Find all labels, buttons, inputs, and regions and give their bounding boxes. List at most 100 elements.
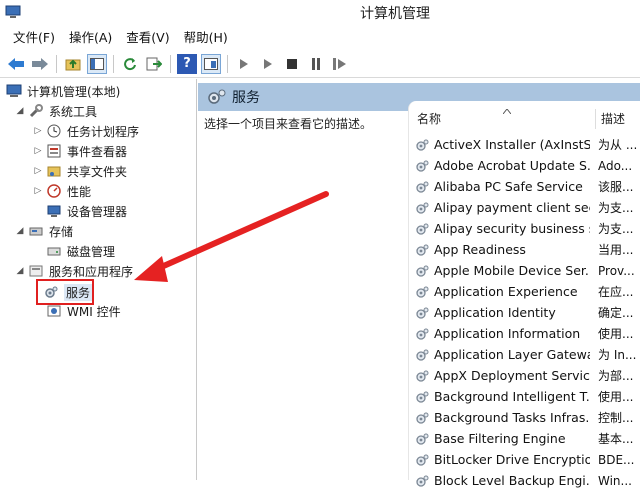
- service-name: Alibaba PC Safe Service: [434, 179, 583, 194]
- service-description: 为从 ...: [598, 138, 638, 152]
- help-button[interactable]: ?: [177, 53, 197, 74]
- expand-down-icon[interactable]: ◢: [14, 106, 26, 116]
- stop-service-button[interactable]: [282, 54, 302, 74]
- event-log-icon: [46, 143, 62, 159]
- restart-icon: [333, 57, 346, 70]
- tree-label-disk-management: 磁盘管理: [67, 244, 116, 259]
- back-button[interactable]: [6, 54, 26, 74]
- service-name: Alipay security business s...: [434, 221, 590, 236]
- service-row[interactable]: Application Information 使用...: [415, 323, 640, 344]
- service-gear-icon: [416, 202, 429, 214]
- export-list-button[interactable]: [144, 54, 164, 74]
- service-description: 该服...: [598, 180, 634, 194]
- column-divider[interactable]: [595, 109, 596, 129]
- service-row[interactable]: AppX Deployment Servic... 为部...: [415, 365, 640, 386]
- column-header-description[interactable]: 描述: [601, 109, 640, 129]
- forward-button[interactable]: [30, 54, 50, 74]
- service-gear-icon: [416, 454, 429, 466]
- service-name: Background Tasks Infras...: [434, 410, 590, 425]
- services-title: 服务: [232, 90, 260, 106]
- toolbar-separator: [56, 54, 57, 73]
- expand-right-icon[interactable]: ▷: [32, 126, 44, 136]
- service-row[interactable]: Adobe Acrobat Update S... Ado...: [415, 155, 640, 176]
- service-row[interactable]: App Readiness 当用...: [415, 239, 640, 260]
- tree-label-wmi: WMI 控件: [67, 304, 121, 319]
- service-name: Adobe Acrobat Update S...: [434, 158, 590, 173]
- service-name: Block Level Backup Engi...: [434, 473, 590, 488]
- expand-right-icon[interactable]: ▷: [32, 186, 44, 196]
- service-gear-icon: [416, 181, 429, 193]
- start-service-button[interactable]: [234, 54, 254, 74]
- refresh-button[interactable]: [120, 54, 140, 74]
- service-row[interactable]: Block Level Backup Engi... Win...: [415, 470, 640, 491]
- service-gear-icon: [416, 139, 429, 151]
- expand-right-icon[interactable]: ▷: [32, 146, 44, 156]
- menu-help[interactable]: 帮助(H): [177, 27, 235, 49]
- service-row[interactable]: BitLocker Drive Encryptio... BDE...: [415, 449, 640, 470]
- service-name: Alipay payment client sec...: [434, 200, 590, 215]
- service-name: Application Layer Gatewa...: [434, 347, 590, 362]
- up-folder-button[interactable]: [63, 54, 83, 74]
- menu-file[interactable]: 文件(F): [6, 27, 62, 49]
- tree-item-services-apps[interactable]: ◢ 服务和应用程序: [14, 261, 133, 281]
- restart-service-button[interactable]: [330, 54, 350, 74]
- service-row[interactable]: Application Experience 在应...: [415, 281, 640, 302]
- service-gear-icon: [416, 286, 429, 298]
- service-row[interactable]: ActiveX Installer (AxInstSV) 为从 ...: [415, 134, 640, 155]
- menu-action[interactable]: 操作(A): [62, 27, 119, 49]
- tree-item-device-manager[interactable]: 设备管理器: [46, 201, 127, 221]
- service-name: Base Filtering Engine: [434, 431, 566, 446]
- tree-item-task-scheduler[interactable]: ▷ 任务计划程序: [32, 121, 139, 141]
- service-row[interactable]: Background Tasks Infras... 控制...: [415, 407, 640, 428]
- tree-item-storage[interactable]: ◢ 存储: [14, 221, 73, 241]
- services-list: 名称 描述 ActiveX Installer (AxInstSV) 为从 ...…: [408, 101, 640, 488]
- service-row[interactable]: Application Identity 确定...: [415, 302, 640, 323]
- services-apps-icon: [28, 263, 44, 279]
- services-pane: 服务 选择一个项目来查看它的描述。 名称 描述 ActiveX Installe…: [198, 79, 640, 488]
- service-row[interactable]: Alipay payment client sec... 为支...: [415, 197, 640, 218]
- service-gear-icon: [416, 370, 429, 382]
- tree-item-disk-management[interactable]: 磁盘管理: [46, 241, 115, 261]
- service-gear-icon: [416, 265, 429, 277]
- column-header-name[interactable]: 名称: [417, 109, 587, 129]
- tree-label-root: 计算机管理(本地): [27, 84, 121, 99]
- service-description: 确定...: [598, 306, 634, 320]
- expand-down-icon[interactable]: ◢: [14, 266, 26, 276]
- tree-label-device-manager: 设备管理器: [67, 204, 128, 219]
- menu-bar: 文件(F) 操作(A) 查看(V) 帮助(H): [0, 27, 640, 49]
- pause-service-button[interactable]: [306, 54, 326, 74]
- tree-item-root[interactable]: 计算机管理(本地): [6, 81, 120, 101]
- tree-item-system-tools[interactable]: ◢ 系统工具: [14, 101, 97, 121]
- window-title: 计算机管理: [360, 6, 430, 22]
- start-service-alt-button[interactable]: [258, 54, 278, 74]
- expand-down-icon[interactable]: ◢: [14, 226, 26, 236]
- service-description: 为部...: [598, 369, 634, 383]
- service-gear-icon: [416, 307, 429, 319]
- back-arrow-icon: [8, 57, 24, 70]
- tree-label-services-apps: 服务和应用程序: [49, 264, 134, 279]
- expand-right-icon[interactable]: ▷: [32, 166, 44, 176]
- toolbar-separator: [227, 54, 228, 73]
- tree-item-wmi[interactable]: WMI 控件: [46, 301, 121, 321]
- service-row[interactable]: Base Filtering Engine 基本...: [415, 428, 640, 449]
- tree-label-system-tools: 系统工具: [49, 104, 98, 119]
- tree-item-shared-folders[interactable]: ▷ 共享文件夹: [32, 161, 127, 181]
- service-gear-icon: [416, 412, 429, 424]
- export-icon: [146, 57, 162, 70]
- service-gear-icon: [416, 349, 429, 361]
- service-row[interactable]: Apple Mobile Device Ser... Prov...: [415, 260, 640, 281]
- tree-item-performance[interactable]: ▷ 性能: [32, 181, 91, 201]
- properties-button[interactable]: [201, 53, 221, 74]
- service-row[interactable]: Alibaba PC Safe Service 该服...: [415, 176, 640, 197]
- service-row[interactable]: Alipay security business s... 为支...: [415, 218, 640, 239]
- tree-item-event-viewer[interactable]: ▷ 事件查看器: [32, 141, 127, 161]
- service-name: App Readiness: [434, 242, 526, 257]
- show-hide-tree-button[interactable]: [87, 53, 107, 74]
- service-row[interactable]: Application Layer Gatewa... 为 In...: [415, 344, 640, 365]
- service-gear-icon: [416, 160, 429, 172]
- menu-view[interactable]: 查看(V): [119, 27, 176, 49]
- tools-icon: [28, 103, 44, 119]
- service-description: Ado...: [598, 158, 633, 173]
- stop-icon: [287, 58, 297, 69]
- service-row[interactable]: Background Intelligent T... 使用...: [415, 386, 640, 407]
